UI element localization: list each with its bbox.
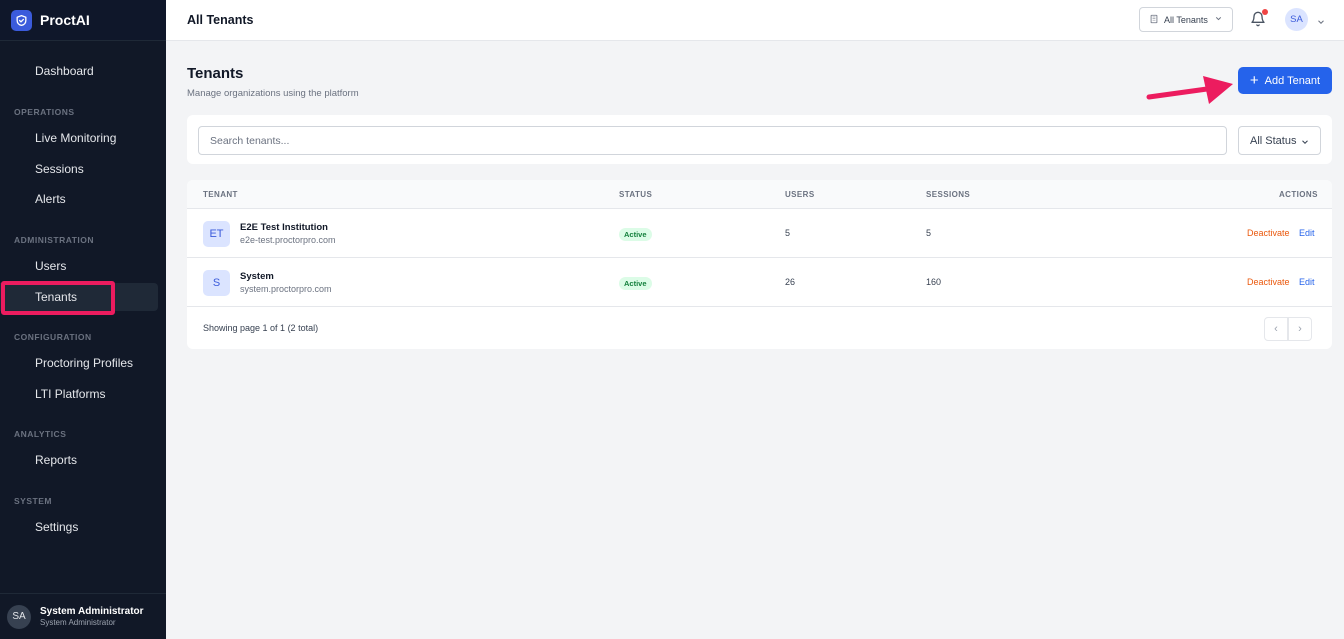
search-input[interactable] <box>198 126 1227 155</box>
table-row[interactable]: S System system.proctorpro.com Active 26… <box>187 258 1332 307</box>
status-filter-select[interactable]: All Status <box>1238 126 1321 155</box>
tenant-domain: e2e-test.proctorpro.com <box>240 235 336 245</box>
column-header-users[interactable]: USERS <box>785 190 815 199</box>
deactivate-button[interactable]: Deactivate <box>1247 277 1290 287</box>
building-icon <box>1149 14 1159 26</box>
notification-dot <box>1262 9 1268 15</box>
annotation-highlight-box <box>1 281 115 315</box>
section-label-operations: OPERATIONS <box>14 107 75 117</box>
tenant-name: E2E Test Institution <box>240 222 328 233</box>
sidebar-item-alerts[interactable]: Alerts <box>0 185 158 213</box>
tenant-avatar: S <box>203 270 230 296</box>
user-name: System Administrator <box>40 606 144 617</box>
sidebar: ProctAI Dashboard OPERATIONS Live Monito… <box>0 0 166 639</box>
sidebar-item-lti-platforms[interactable]: LTI Platforms <box>0 380 158 408</box>
tenant-sessions-count: 160 <box>926 277 942 287</box>
chevron-down-icon[interactable] <box>1316 14 1326 32</box>
user-info: System Administrator System Administrato… <box>40 606 144 627</box>
column-header-status[interactable]: STATUS <box>619 190 652 199</box>
sidebar-item-settings[interactable]: Settings <box>0 513 158 541</box>
page-subtitle: Manage organizations using the platform <box>187 88 359 99</box>
tenant-users-count: 5 <box>785 228 791 238</box>
tenant-name: System <box>240 271 274 282</box>
table-header: TENANT STATUS USERS SESSIONS ACTIONS <box>187 180 1332 209</box>
column-header-tenant[interactable]: TENANT <box>203 190 238 199</box>
chevron-right-icon: › <box>1298 323 1302 335</box>
sidebar-item-reports[interactable]: Reports <box>0 446 158 474</box>
section-label-analytics: ANALYTICS <box>14 429 67 439</box>
filter-bar: All Status <box>187 115 1332 164</box>
top-header: All Tenants All Tenants SA <box>166 0 1344 41</box>
table-row[interactable]: ET E2E Test Institution e2e-test.proctor… <box>187 209 1332 258</box>
add-tenant-label: Add Tenant <box>1264 74 1321 87</box>
deactivate-button[interactable]: Deactivate <box>1247 228 1290 238</box>
page-title: Tenants <box>187 65 244 82</box>
sidebar-item-dashboard[interactable]: Dashboard <box>0 57 158 85</box>
sidebar-item-users[interactable]: Users <box>0 252 158 280</box>
chevron-down-icon <box>1300 137 1310 150</box>
sidebar-item-live-monitoring[interactable]: Live Monitoring <box>0 124 158 152</box>
tenant-sessions-count: 5 <box>926 228 932 238</box>
edit-button[interactable]: Edit <box>1299 277 1315 287</box>
pagination-next-button[interactable]: › <box>1288 317 1312 341</box>
status-badge: Active <box>619 277 652 290</box>
user-profile[interactable]: SA System Administrator System Administr… <box>0 593 166 639</box>
tenant-selector[interactable]: All Tenants <box>1139 7 1233 32</box>
status-badge: Active <box>619 228 652 241</box>
section-label-configuration: CONFIGURATION <box>14 332 92 342</box>
chevron-left-icon: ‹ <box>1274 323 1278 335</box>
status-filter-label: All Status <box>1250 134 1297 147</box>
tenant-domain: system.proctorpro.com <box>240 284 332 294</box>
avatar[interactable]: SA <box>1285 8 1308 31</box>
chevron-down-icon <box>1214 14 1223 25</box>
user-role: System Administrator <box>40 618 116 627</box>
annotation-arrow-icon <box>1146 76 1233 104</box>
section-label-system: SYSTEM <box>14 496 52 506</box>
tenant-users-count: 26 <box>785 277 796 287</box>
header-title: All Tenants <box>187 13 254 27</box>
pagination-prev-button[interactable]: ‹ <box>1264 317 1288 341</box>
sidebar-item-sessions[interactable]: Sessions <box>0 155 158 183</box>
edit-button[interactable]: Edit <box>1299 228 1315 238</box>
add-tenant-button[interactable]: + Add Tenant <box>1238 67 1332 94</box>
brand-name: ProctAI <box>40 12 90 28</box>
tenants-table: TENANT STATUS USERS SESSIONS ACTIONS ET … <box>187 180 1332 349</box>
shield-icon <box>11 9 32 31</box>
section-label-administration: ADMINISTRATION <box>14 235 95 245</box>
column-header-sessions[interactable]: SESSIONS <box>926 190 970 199</box>
brand[interactable]: ProctAI <box>0 0 166 41</box>
tenant-selector-label: All Tenants <box>1164 14 1208 25</box>
plus-icon: + <box>1249 72 1259 89</box>
column-header-actions: ACTIONS <box>1279 190 1318 199</box>
avatar: SA <box>7 604 31 629</box>
pagination-summary: Showing page 1 of 1 (2 total) <box>203 323 319 333</box>
tenant-avatar: ET <box>203 221 230 247</box>
sidebar-item-proctoring-profiles[interactable]: Proctoring Profiles <box>0 349 158 377</box>
